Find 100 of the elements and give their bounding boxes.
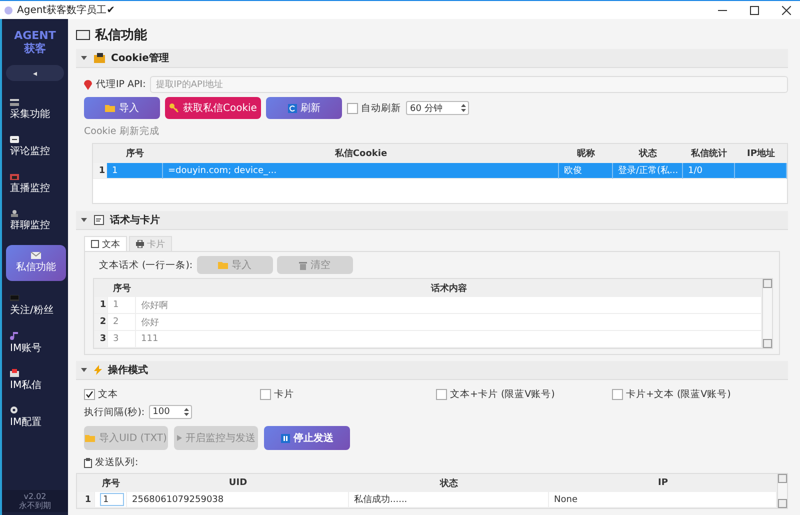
version-text: v2.02 (22, 492, 48, 501)
proxy-api-field[interactable]: 提取IP的API地址 (150, 76, 788, 93)
action-button[interactable]: 获取私信Cookie (165, 97, 261, 119)
table-cell (735, 163, 787, 179)
sidebar-item[interactable]: IM私信 (6, 363, 66, 397)
action-button[interactable]: 导入 (84, 97, 160, 119)
table-cell: 111 (136, 331, 762, 348)
mode-checkbox[interactable]: 卡片+文本 (限蓝V账号) (612, 388, 788, 401)
column-header: 话术内容 (136, 279, 762, 297)
mode-checkbox[interactable]: 卡片 (260, 388, 436, 401)
mode-checkbox[interactable]: 文本+卡片 (限蓝V账号) (436, 388, 612, 401)
auto-refresh-checkbox[interactable]: 自动刷新 (347, 102, 401, 114)
table-cell: 私信成功...... (349, 492, 549, 508)
column-header: 状态 (613, 144, 683, 163)
sidebar-item[interactable]: IM配置 (6, 400, 66, 434)
envelope-icon (76, 30, 90, 40)
refresh-icon (288, 104, 296, 112)
mode-checkbox[interactable]: 文本 (84, 388, 260, 401)
column-header: 序号 (108, 279, 136, 297)
table-cell: 你好啊 (136, 297, 762, 314)
section-header[interactable]: 操作模式 (76, 361, 788, 380)
table-cell: 登录/正常(私... (613, 163, 683, 179)
table-cell: 1 (108, 297, 136, 314)
printer-icon (136, 240, 144, 248)
row-number: 1 (93, 163, 107, 179)
trash-icon (298, 260, 307, 270)
folder-icon (94, 53, 105, 63)
logo-text: 获客 (23, 42, 47, 55)
sidebar-item[interactable]: IM账号 (6, 326, 66, 360)
sidebar-item[interactable]: 关注/粉丝 (6, 289, 66, 323)
table-cell: 1 (107, 163, 163, 179)
page-title: 私信功能 (95, 27, 147, 44)
stack-icon (10, 99, 19, 106)
sidebar-item[interactable]: 采集功能 (6, 93, 66, 127)
monitor-icon (10, 295, 19, 302)
tab[interactable]: 文本 (84, 236, 127, 251)
column-header: 私信Cookie (163, 144, 559, 163)
folder-icon (85, 434, 96, 442)
column-header: 昵称 (559, 144, 613, 163)
music-icon (10, 332, 19, 340)
close-icon[interactable] (782, 6, 790, 14)
row-number: 2 (94, 314, 108, 331)
gear-icon (10, 406, 18, 414)
row-number: 1 (94, 297, 108, 314)
folder-icon (105, 104, 115, 112)
field-label: 代理IP API: (96, 78, 146, 91)
app-icon (4, 6, 13, 14)
pause-icon (280, 434, 290, 442)
sidebar-item[interactable]: 私信功能 (6, 245, 66, 281)
table-cell: None (549, 492, 777, 508)
caret-icon[interactable] (80, 366, 88, 374)
action-button[interactable]: 停止发送 (264, 426, 350, 450)
table-cell: 2568061079259038 (127, 492, 349, 508)
scrollbar[interactable] (762, 279, 772, 348)
lightning-icon (94, 365, 102, 375)
field-label: 文本话术 (一行一条): (99, 258, 193, 272)
clipboard-icon (84, 458, 92, 468)
caret-icon[interactable] (80, 54, 88, 62)
interval-spinbox[interactable]: 60 分钟 (406, 101, 469, 115)
column-header: 私信统计 (683, 144, 735, 163)
sidebar-item[interactable]: 评论监控 (6, 130, 66, 164)
table-cell: 你好 (136, 314, 762, 331)
logo-text: AGENT (13, 29, 57, 42)
column-header: IP地址 (735, 144, 787, 163)
play-icon (176, 435, 182, 441)
table-cell: 欧俊 (559, 163, 613, 179)
table-cell: 1/0 (683, 163, 735, 179)
status-text: Cookie 刷新完成 (84, 125, 160, 138)
sidebar-item[interactable]: 群聊监控 (6, 204, 66, 238)
sidebar-item[interactable]: 直播监控 (6, 167, 66, 201)
spin-arrows-icon[interactable] (461, 104, 466, 112)
column-header: IP (549, 474, 777, 492)
caret-icon[interactable] (80, 216, 88, 224)
envelope-icon (31, 252, 41, 259)
action-button[interactable]: 刷新 (266, 97, 342, 119)
cell-editor[interactable]: 1 (100, 493, 124, 506)
field-label: 执行间隔(秒): (84, 406, 145, 418)
section-header[interactable]: Cookie管理 (76, 49, 788, 68)
scrollbar[interactable] (777, 474, 787, 508)
people-icon (10, 210, 19, 217)
table-cell: 3 (108, 331, 136, 348)
queue-label: 发送队列: (95, 456, 138, 469)
key-icon (169, 103, 180, 113)
inbox-icon (10, 368, 19, 376)
section-header[interactable]: 话术与卡片 (76, 211, 788, 230)
column-header: 状态 (349, 474, 549, 492)
pin-icon (84, 80, 92, 90)
row-number: 3 (94, 331, 108, 348)
table-cell: 2 (108, 314, 136, 331)
chat-icon (10, 136, 19, 143)
column-header: 序号 (95, 474, 127, 492)
collapse-button[interactable]: ◂ (6, 65, 64, 81)
checkmark-icon[interactable] (86, 391, 93, 398)
column-header: UID (127, 474, 349, 492)
maximize-icon[interactable] (750, 6, 758, 14)
tv-icon (10, 173, 19, 180)
interval-spinbox[interactable]: 100 (148, 405, 192, 419)
table-cell: =douyin.com; device_... (163, 163, 559, 179)
window-title: Agent获客数字员工✔ (17, 4, 116, 17)
spin-arrows-icon[interactable] (184, 408, 189, 416)
